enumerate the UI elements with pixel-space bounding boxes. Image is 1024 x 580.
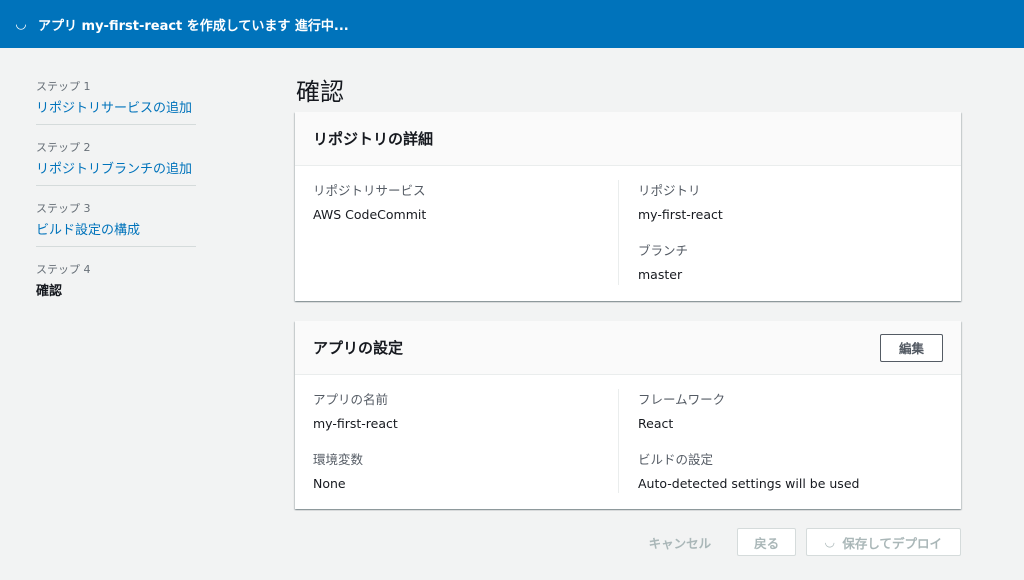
save-and-deploy-button[interactable]: ◡ 保存してデプロイ bbox=[806, 528, 961, 556]
step-current-review: 確認 bbox=[36, 284, 63, 299]
edit-button[interactable]: 編集 bbox=[879, 333, 943, 362]
spinner-icon: ◡ bbox=[825, 535, 835, 549]
kv-key: ビルドの設定 bbox=[638, 452, 714, 467]
wizard-navigation: ステップ 1 リポジトリサービスの追加 ステップ 2 リポジトリブランチの追加 … bbox=[36, 74, 196, 317]
wizard-actions: キャンセル 戻る ◡ 保存してデプロイ bbox=[631, 528, 961, 556]
panel-title: アプリの設定 bbox=[313, 339, 404, 357]
panel-body: リポジトリサービス AWS CodeCommit リポジトリ my-first-… bbox=[295, 166, 961, 301]
kv-key: リポジトリ bbox=[638, 183, 701, 198]
step-link-repo-branch[interactable]: リポジトリブランチの追加 bbox=[36, 158, 196, 177]
panel-column-right: フレームワーク React ビルドの設定 Auto-detected setti… bbox=[618, 389, 943, 493]
wizard-step-1: ステップ 1 リポジトリサービスの追加 bbox=[36, 74, 196, 125]
kv-value: None bbox=[313, 476, 346, 491]
kv-value: AWS CodeCommit bbox=[313, 207, 427, 222]
step-number: ステップ 3 bbox=[36, 202, 91, 215]
kv-key: フレームワーク bbox=[638, 392, 726, 407]
step-link-build-settings[interactable]: ビルド設定の構成 bbox=[36, 219, 196, 238]
page-title: 確認 bbox=[296, 78, 344, 106]
kv-build-settings: ビルドの設定 Auto-detected settings will be us… bbox=[638, 449, 943, 491]
app-settings-panel: アプリの設定 編集 アプリの名前 my-first-react 環境変数 Non… bbox=[295, 321, 961, 509]
panel-title: リポジトリの詳細 bbox=[313, 130, 434, 148]
kv-app-name: アプリの名前 my-first-react bbox=[313, 389, 618, 431]
back-button[interactable]: 戻る bbox=[737, 528, 797, 556]
kv-value: master bbox=[638, 267, 683, 282]
kv-value: my-first-react bbox=[313, 416, 398, 431]
panel-column-left: リポジトリサービス AWS CodeCommit bbox=[313, 180, 618, 285]
panel-header: アプリの設定 編集 bbox=[295, 321, 961, 375]
kv-key: アプリの名前 bbox=[313, 392, 389, 407]
step-link-repo-service[interactable]: リポジトリサービスの追加 bbox=[36, 97, 196, 116]
wizard-step-2: ステップ 2 リポジトリブランチの追加 bbox=[36, 135, 196, 186]
step-number: ステップ 2 bbox=[36, 141, 91, 154]
kv-repo-service: リポジトリサービス AWS CodeCommit bbox=[313, 180, 618, 222]
panel-column-right: リポジトリ my-first-react ブランチ master bbox=[618, 180, 943, 285]
flash-banner: ◡ アプリ my-first-react を作成しています 進行中... bbox=[0, 0, 1024, 48]
kv-key: ブランチ bbox=[638, 243, 689, 258]
wizard-step-3: ステップ 3 ビルド設定の構成 bbox=[36, 196, 196, 247]
step-number: ステップ 1 bbox=[36, 80, 91, 93]
step-number: ステップ 4 bbox=[36, 263, 91, 276]
panel-header: リポジトリの詳細 bbox=[295, 112, 961, 166]
kv-repository: リポジトリ my-first-react bbox=[638, 180, 943, 222]
panel-column-left: アプリの名前 my-first-react 環境変数 None bbox=[313, 389, 618, 493]
kv-value: Auto-detected settings will be used bbox=[638, 476, 860, 491]
kv-key: 環境変数 bbox=[313, 452, 364, 467]
wizard-step-4: ステップ 4 確認 bbox=[36, 257, 196, 307]
kv-value: my-first-react bbox=[638, 207, 723, 222]
cancel-button[interactable]: キャンセル bbox=[631, 528, 730, 556]
kv-framework: フレームワーク React bbox=[638, 389, 943, 431]
save-and-deploy-label: 保存してデプロイ bbox=[842, 535, 942, 551]
panel-body: アプリの名前 my-first-react 環境変数 None フレームワーク … bbox=[295, 375, 961, 509]
kv-value: React bbox=[638, 416, 674, 431]
repo-details-panel: リポジトリの詳細 リポジトリサービス AWS CodeCommit リポジトリ … bbox=[295, 112, 961, 301]
spinner-icon: ◡ bbox=[16, 16, 26, 32]
flash-message: アプリ my-first-react を作成しています 進行中... bbox=[38, 18, 349, 34]
kv-branch: ブランチ master bbox=[638, 240, 943, 282]
kv-env-vars: 環境変数 None bbox=[313, 449, 618, 491]
kv-key: リポジトリサービス bbox=[313, 183, 426, 198]
